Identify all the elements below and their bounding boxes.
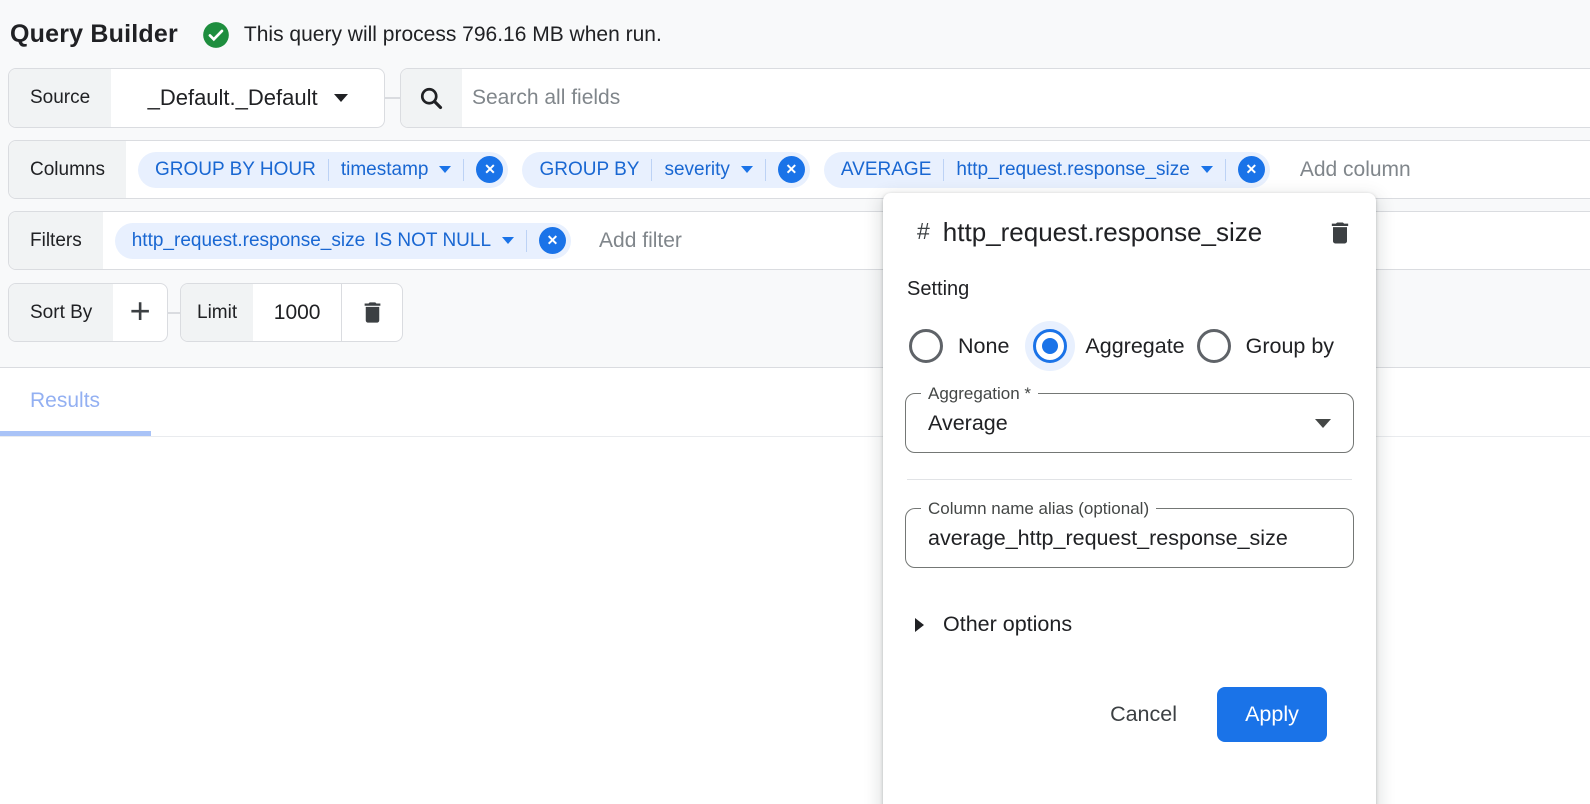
chip-divider [651, 159, 652, 181]
search-field-row [400, 68, 1590, 128]
chip-prefix: AVERAGE [841, 159, 931, 181]
check-circle-icon [202, 21, 230, 49]
column-alias-label: Column name alias (optional) [921, 499, 1156, 519]
plus-icon: + [130, 293, 151, 329]
trash-icon [1326, 219, 1354, 247]
column-chip-response-size[interactable]: AVERAGE http_request.response_size ✕ [824, 152, 1270, 188]
aggregation-select-label: Aggregation * [921, 384, 1038, 404]
source-label: Source [9, 69, 111, 127]
columns-row: Columns GROUP BY HOUR timestamp ✕ GROUP … [8, 140, 1590, 199]
chevron-down-icon [439, 166, 451, 173]
limit-row: Limit [180, 283, 403, 342]
popup-actions: Cancel Apply [905, 687, 1327, 742]
aggregation-select-value: Average [928, 411, 1299, 436]
setting-heading: Setting [907, 278, 1354, 301]
expand-arrow-icon [915, 618, 924, 632]
remove-column-icon[interactable]: ✕ [1238, 156, 1265, 183]
row-connector [385, 97, 400, 99]
chip-prefix: GROUP BY HOUR [155, 159, 316, 181]
setting-radio-group: None Aggregate Group by [909, 321, 1354, 371]
remove-column-icon[interactable]: ✕ [778, 156, 805, 183]
source-dropdown-value: _Default._Default [148, 85, 318, 111]
query-builder-screen: Query Builder This query will process 79… [0, 0, 1590, 804]
header: Query Builder This query will process 79… [10, 20, 662, 49]
limit-label: Limit [181, 284, 253, 341]
dropdown-arrow-icon [1315, 419, 1331, 428]
add-filter-input[interactable]: Add filter [599, 229, 682, 253]
column-chip-severity[interactable]: GROUP BY severity ✕ [522, 152, 809, 188]
search-icon [418, 85, 445, 112]
radio-aggregate-label[interactable]: Aggregate [1085, 334, 1184, 359]
column-alias-input[interactable] [928, 526, 1331, 551]
numeric-field-icon: # [917, 218, 930, 245]
chip-condition: IS NOT NULL [374, 230, 491, 252]
query-process-status: This query will process 796.16 MB when r… [244, 23, 662, 47]
limit-input[interactable] [259, 301, 335, 325]
popup-divider [907, 479, 1352, 480]
trash-icon [359, 299, 386, 326]
source-row: Source _Default._Default [8, 68, 385, 128]
search-icon-cell [401, 69, 462, 127]
chip-prefix: GROUP BY [539, 159, 639, 181]
add-sort-button[interactable]: + [113, 284, 167, 341]
delete-limit-button[interactable] [341, 284, 402, 341]
chip-field: http_request.response_size [956, 159, 1189, 181]
chip-divider [765, 159, 766, 181]
filter-chip-response-size[interactable]: http_request.response_size IS NOT NULL ✕ [115, 223, 571, 259]
filters-label: Filters [9, 212, 103, 269]
apply-button[interactable]: Apply [1217, 687, 1327, 742]
columns-label: Columns [9, 141, 126, 198]
column-alias-field: Column name alias (optional) [905, 508, 1354, 568]
chip-divider [463, 159, 464, 181]
chip-divider [526, 230, 527, 252]
radio-none[interactable] [909, 329, 943, 363]
cancel-button[interactable]: Cancel [1104, 692, 1183, 737]
chip-field: http_request.response_size [132, 230, 365, 252]
chip-field: severity [664, 159, 729, 181]
radio-aggregate[interactable] [1025, 321, 1075, 371]
chevron-down-icon [1201, 166, 1213, 173]
chip-divider [943, 159, 944, 181]
sort-by-label: Sort By [9, 284, 113, 341]
chip-divider [328, 159, 329, 181]
row-connector [168, 312, 180, 314]
limit-value-cell [253, 284, 341, 341]
column-settings-popup: # http_request.response_size Setting Non… [883, 193, 1376, 804]
chevron-down-icon [741, 166, 753, 173]
columns-chip-area: GROUP BY HOUR timestamp ✕ GROUP BY sever… [126, 141, 1590, 198]
column-chip-timestamp[interactable]: GROUP BY HOUR timestamp ✕ [138, 152, 508, 188]
page-title: Query Builder [10, 20, 178, 49]
popup-field-name: http_request.response_size [943, 211, 1273, 254]
chip-divider [1225, 159, 1226, 181]
delete-column-button[interactable] [1326, 219, 1354, 252]
radio-group-by[interactable] [1197, 329, 1231, 363]
tab-results[interactable]: Results [30, 389, 100, 413]
other-options-expander[interactable]: Other options [905, 612, 1354, 637]
aggregation-select[interactable]: Aggregation * Average [905, 393, 1354, 453]
remove-column-icon[interactable]: ✕ [476, 156, 503, 183]
chevron-down-icon [502, 237, 514, 244]
remove-filter-icon[interactable]: ✕ [539, 227, 566, 254]
other-options-label: Other options [943, 612, 1072, 637]
source-dropdown[interactable]: _Default._Default [111, 69, 384, 127]
popup-header: # http_request.response_size [905, 211, 1354, 254]
chip-field: timestamp [341, 159, 429, 181]
add-column-input[interactable]: Add column [1300, 158, 1411, 182]
sort-by-row: Sort By + [8, 283, 168, 342]
chevron-down-icon [334, 94, 348, 102]
radio-none-label[interactable]: None [958, 334, 1009, 359]
radio-group-by-label[interactable]: Group by [1246, 334, 1334, 359]
search-input[interactable] [462, 69, 1590, 127]
